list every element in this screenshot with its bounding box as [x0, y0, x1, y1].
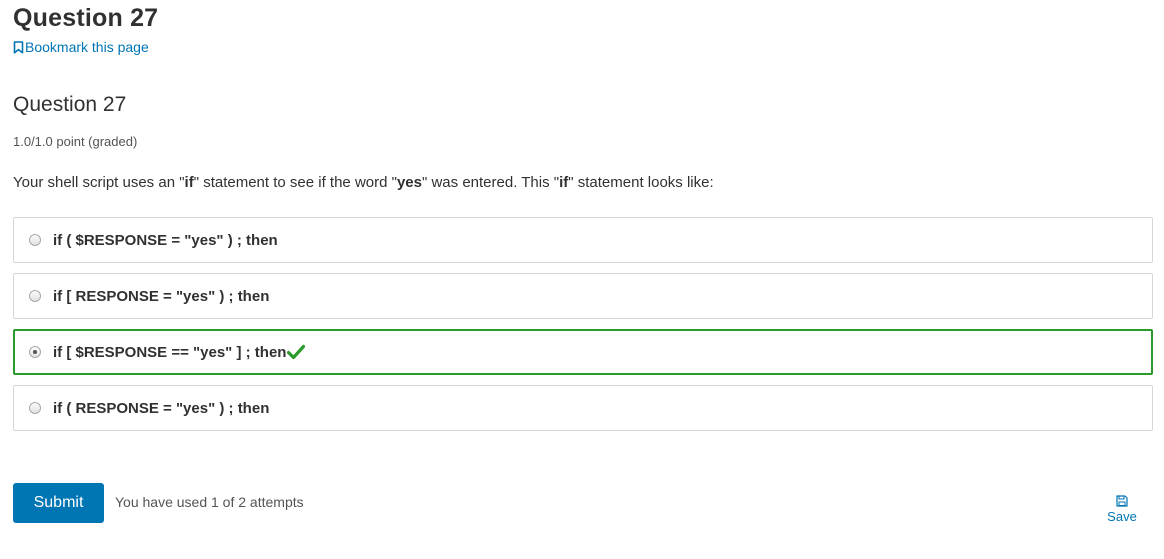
radio-button[interactable]: [29, 402, 41, 414]
submit-button[interactable]: Submit: [13, 483, 104, 523]
choice-option-1[interactable]: if ( $RESPONSE = "yes" ) ; then: [13, 217, 1153, 263]
choice-label: if ( RESPONSE = "yes" ) ; then: [53, 399, 270, 417]
save-label: Save: [1107, 509, 1137, 524]
choice-label: if [ RESPONSE = "yes" ) ; then: [53, 287, 270, 305]
choice-option-2[interactable]: if [ RESPONSE = "yes" ) ; then: [13, 273, 1153, 319]
points-status: 1.0/1.0 point (graded): [13, 134, 138, 149]
page-title: Question 27: [13, 4, 159, 32]
bookmark-label: Bookmark this page: [25, 39, 149, 55]
radio-button[interactable]: [29, 234, 41, 246]
choice-label: if [ $RESPONSE == "yes" ] ; then: [53, 343, 287, 361]
bookmark-link[interactable]: Bookmark this page: [13, 39, 149, 55]
choice-option-4[interactable]: if ( RESPONSE = "yes" ) ; then: [13, 385, 1153, 431]
question-prompt: Your shell script uses an "if" statement…: [13, 174, 714, 191]
choice-option-3[interactable]: if [ $RESPONSE == "yes" ] ; then: [13, 329, 1153, 375]
radio-button[interactable]: [29, 290, 41, 302]
bookmark-icon: [13, 40, 24, 54]
floppy-disk-icon: [1116, 495, 1128, 507]
answer-choices: if ( $RESPONSE = "yes" ) ; then if [ RES…: [13, 217, 1153, 441]
radio-button-selected[interactable]: [29, 346, 41, 358]
question-title: Question 27: [13, 93, 127, 116]
checkmark-icon: [287, 344, 306, 360]
choice-label: if ( $RESPONSE = "yes" ) ; then: [53, 231, 278, 249]
save-button[interactable]: Save: [1100, 495, 1144, 524]
attempts-status: You have used 1 of 2 attempts: [115, 494, 304, 510]
